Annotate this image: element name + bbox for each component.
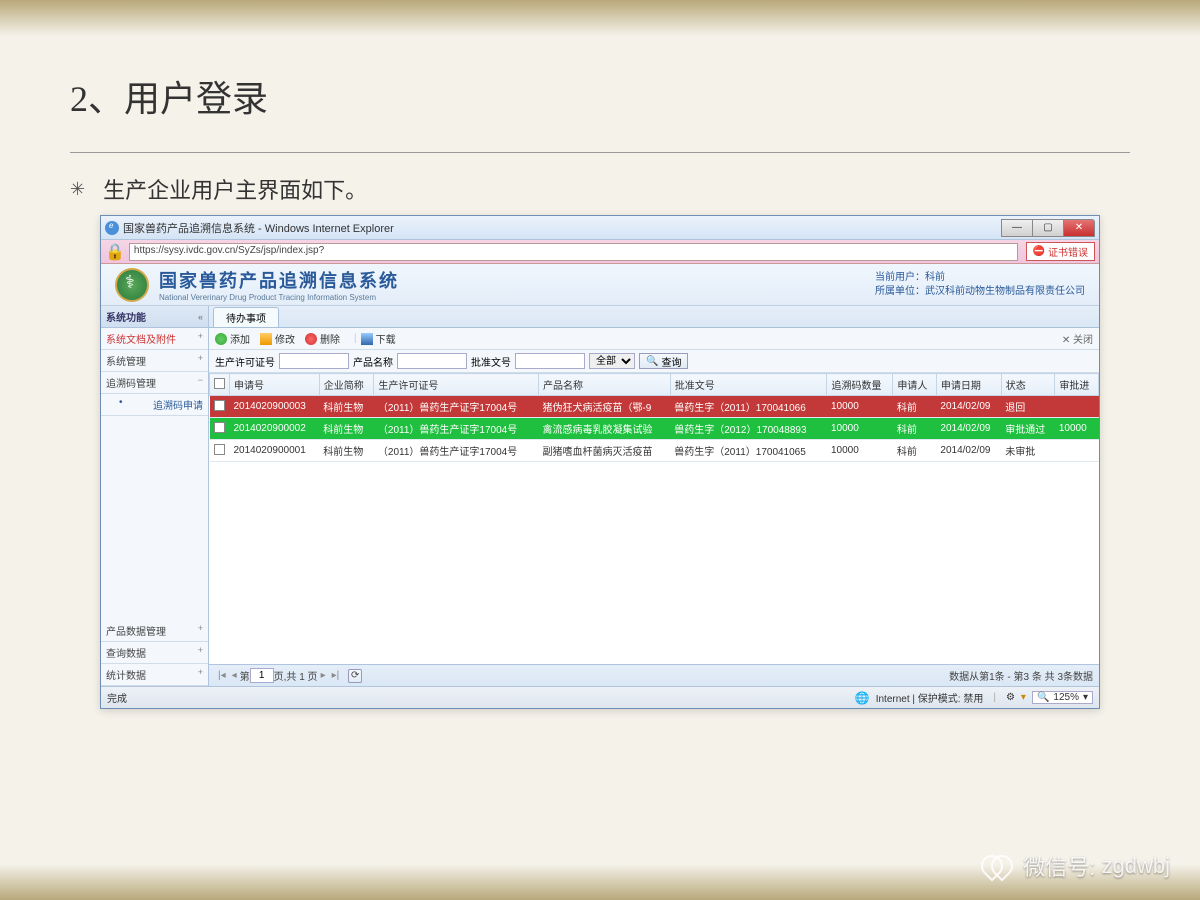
ie-icon [105,221,119,235]
minimize-button[interactable]: — [1001,219,1033,237]
bullet-icon: ✳ [70,179,85,200]
table-row[interactable]: 2014020900002科前生物（2011）兽药生产证字17004号禽流感病毒… [210,418,1099,440]
divider [70,152,1130,153]
sidebar-item-sysmanage[interactable]: 系统管理+ [101,350,208,372]
tab-pending[interactable]: 待办事项 [213,307,279,327]
app-title-en: National Vererinary Drug Product Tracing… [159,293,399,302]
maximize-button[interactable]: ▢ [1032,219,1064,237]
sidebar-header: 系统功能« [101,306,208,328]
select-all-checkbox[interactable] [214,378,225,389]
table-row[interactable]: 2014020900001科前生物（2011）兽药生产证字17004号副猪嗜血杆… [210,440,1099,462]
protected-mode-icon: ⚙ [1006,692,1015,703]
bullet-text: 生产企业用户主界面如下。 [103,173,367,205]
sidebar-item-query[interactable]: 查询数据+ [101,642,208,664]
collapse-icon[interactable]: « [198,312,203,322]
page-input[interactable] [250,668,274,683]
window-title-bar: 国家兽药产品追溯信息系统 - Windows Internet Explorer… [101,216,1099,240]
first-page-button[interactable]: |◂ [218,670,226,681]
filter-input-license[interactable] [279,353,349,369]
sidebar-subitem-apply[interactable]: 追溯码申请 [101,394,208,416]
sidebar-item-docs[interactable]: 系统文档及附件+ [101,328,208,350]
browser-status-bar: 完成 🌐 Internet | 保护模式: 禁用 | ⚙ ▾ 🔍 125% ▾ [101,686,1099,708]
search-button[interactable]: 🔍查询 [639,353,688,369]
bullet-line: ✳ 生产企业用户主界面如下。 [70,173,1130,205]
filter-select-scope[interactable]: 全部 [589,353,635,369]
download-button[interactable]: 下载 [361,331,396,346]
address-bar: 🔒 https://sysy.ivdc.gov.cn/SyZs/jsp/inde… [101,240,1099,264]
edit-icon [260,333,272,345]
sidebar-item-product[interactable]: 产品数据管理+ [101,620,208,642]
app-title-zh: 国家兽药产品追溯信息系统 [159,267,399,293]
table-row[interactable]: 2014020900003科前生物（2011）兽药生产证字17004号猪伪狂犬病… [210,396,1099,418]
window-title: 国家兽药产品追溯信息系统 - Windows Internet Explorer [123,220,394,236]
filter-input-approval[interactable] [515,353,585,369]
next-page-button[interactable]: ▸ [321,670,326,681]
filter-label-license: 生产许可证号 [215,354,275,369]
status-done: 完成 [107,690,127,705]
row-checkbox[interactable] [214,444,225,455]
sidebar: 系统功能« 系统文档及附件+ 系统管理+ 追溯码管理− 追溯码申请 产品数据管理… [101,306,209,686]
wechat-icon [981,851,1015,881]
row-checkbox[interactable] [214,422,225,433]
cert-error-badge[interactable]: 证书错误 [1026,242,1095,261]
refresh-button[interactable]: ⟳ [348,669,362,683]
url-input[interactable]: https://sysy.ivdc.gov.cn/SyZs/jsp/index.… [129,243,1018,261]
lock-icon: 🔒 [105,242,125,262]
data-grid: 申请号企业简称生产许可证号 产品名称批准文号追溯码数量 申请人申请日期状态审批进… [209,373,1099,664]
add-button[interactable]: 添加 [215,331,250,346]
filter-bar: 生产许可证号 产品名称 批准文号 全部 🔍查询 [209,350,1099,373]
sidebar-item-trace[interactable]: 追溯码管理− [101,372,208,394]
sidebar-item-stats[interactable]: 统计数据+ [101,664,208,686]
action-toolbar: 添加 修改 删除 | 下载 ✕ 关闭 [209,328,1099,350]
zoom-control[interactable]: 🔍 125% ▾ [1032,691,1093,704]
filter-label-approval: 批准文号 [471,354,511,369]
add-icon [215,333,227,345]
security-zone: Internet | 保护模式: 禁用 [876,690,984,705]
feed-icon: ▾ [1021,692,1026,703]
last-page-button[interactable]: ▸| [332,670,340,681]
delete-icon [305,333,317,345]
row-checkbox[interactable] [214,400,225,411]
tab-bar: 待办事项 [209,306,1099,328]
filter-label-product: 产品名称 [353,354,393,369]
tab-close-button[interactable]: ✕ 关闭 [1062,331,1093,346]
user-info: 当前用户：科前 所属单位：武汉科前动物生物制品有限责任公司 [875,271,1085,299]
pager: |◂ ◂ 第 页,共 1 页 ▸ ▸| ⟳ 数据从第1条 - 第3 条 共 3条… [209,664,1099,686]
watermark: 微信号: zgdwbj [981,850,1170,882]
grid-header-row: 申请号企业简称生产许可证号 产品名称批准文号追溯码数量 申请人申请日期状态审批进 [210,374,1099,396]
slide-title: 2、用户登录 [70,70,1130,122]
browser-window: 国家兽药产品追溯信息系统 - Windows Internet Explorer… [100,215,1100,709]
prev-page-button[interactable]: ◂ [232,670,237,681]
search-icon: 🔍 [646,356,658,367]
globe-icon: 🌐 [855,691,870,705]
filter-input-product[interactable] [397,353,467,369]
delete-button[interactable]: 删除 [305,331,340,346]
download-icon [361,333,373,345]
close-button[interactable]: ✕ [1063,219,1095,237]
app-header: 国家兽药产品追溯信息系统 National Vererinary Drug Pr… [101,264,1099,306]
pager-info: 数据从第1条 - 第3 条 共 3条数据 [949,668,1093,683]
app-logo-icon [115,268,149,302]
edit-button[interactable]: 修改 [260,331,295,346]
